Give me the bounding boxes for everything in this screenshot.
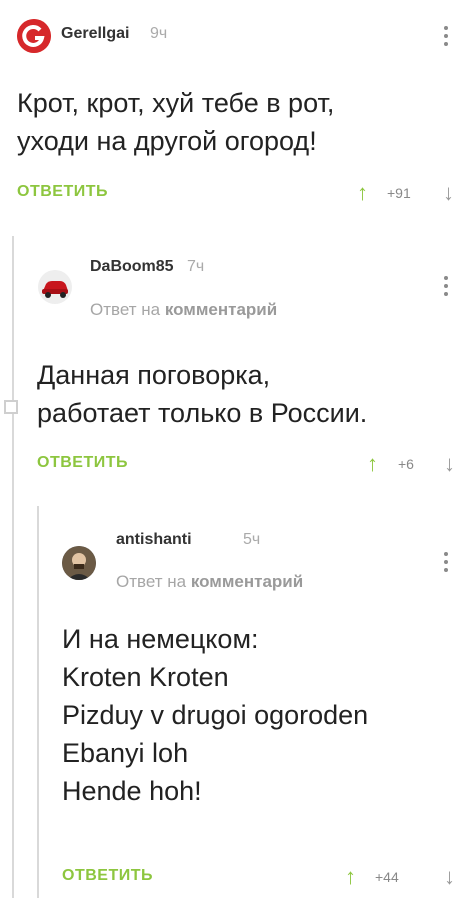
arrow-down-icon[interactable]: ↓ [444, 864, 455, 890]
reply-button[interactable]: ОТВЕТИТЬ [17, 183, 108, 201]
vote-score: +44 [375, 869, 399, 885]
comment-line: уходи на другой огород! [17, 126, 317, 156]
reply-to-prefix: Ответ на [90, 300, 161, 319]
reply-button[interactable]: ОТВЕТИТЬ [62, 867, 153, 885]
reply-to-link[interactable]: Ответ на комментарий [90, 300, 277, 320]
comment-line: И на немецком: [62, 624, 259, 654]
comment-line: Pizduy v drugoi ogoroden [62, 700, 369, 730]
comment-time: 7ч [187, 258, 205, 275]
reply-to-target[interactable]: комментарий [191, 572, 303, 591]
more-vertical-icon[interactable] [443, 276, 449, 296]
more-vertical-icon[interactable] [443, 26, 449, 46]
comment-actions: ОТВЕТИТЬ ↑ +44 ↓ [62, 864, 467, 891]
comment-time: 9ч [150, 25, 168, 42]
comment-line: Ebanyi loh [62, 738, 189, 768]
comment-line: Kroten Kroten [62, 662, 229, 692]
reply-to-link[interactable]: Ответ на комментарий [116, 572, 303, 592]
more-vertical-icon[interactable] [443, 552, 449, 572]
avatar[interactable] [62, 546, 96, 580]
comment-author[interactable]: Gerellgai [61, 25, 129, 43]
comment-line: Крот, крот, хуй тебе в рот, [17, 88, 335, 118]
comment-actions: ОТВЕТИТЬ ↑ +91 ↓ [17, 180, 467, 207]
comment-actions: ОТВЕТИТЬ ↑ +6 ↓ [37, 451, 467, 478]
comment-daboom85: DaBoom85 7ч Ответ на комментарий Данная … [0, 240, 475, 490]
comment-antishanti: antishanti 5ч Ответ на комментарий И на … [0, 510, 475, 900]
reply-to-prefix: Ответ на [116, 572, 187, 591]
comment-gerellgai: Gerellgai 9ч Крот, крот, хуй тебе в рот,… [0, 0, 475, 210]
arrow-down-icon[interactable]: ↓ [444, 451, 455, 477]
avatar[interactable] [38, 270, 72, 304]
comment-body: И на немецком: Kroten Kroten Pizduy v dr… [62, 620, 368, 810]
arrow-down-icon[interactable]: ↓ [443, 180, 454, 206]
arrow-up-icon[interactable]: ↑ [367, 451, 378, 477]
comment-body: Данная поговорка, работает только в Росс… [37, 356, 367, 432]
comment-line: Данная поговорка, [37, 360, 271, 390]
arrow-up-icon[interactable]: ↑ [345, 864, 356, 890]
reply-to-target[interactable]: комментарий [165, 300, 277, 319]
avatar-car-icon [38, 270, 72, 304]
comment-author[interactable]: DaBoom85 [90, 258, 174, 276]
reply-button[interactable]: ОТВЕТИТЬ [37, 454, 128, 472]
comment-line: Hende hoh! [62, 776, 202, 806]
avatar[interactable] [17, 19, 51, 53]
vote-score: +91 [387, 185, 411, 201]
comment-time: 5ч [243, 531, 261, 548]
comment-body: Крот, крот, хуй тебе в рот, уходи на дру… [17, 84, 334, 160]
avatar-logo-icon [17, 19, 51, 53]
vote-score: +6 [398, 456, 414, 472]
comment-line: работает только в России. [37, 398, 368, 428]
arrow-up-icon[interactable]: ↑ [357, 180, 368, 206]
avatar-portrait-icon [62, 546, 96, 580]
comment-author[interactable]: antishanti [116, 531, 192, 549]
